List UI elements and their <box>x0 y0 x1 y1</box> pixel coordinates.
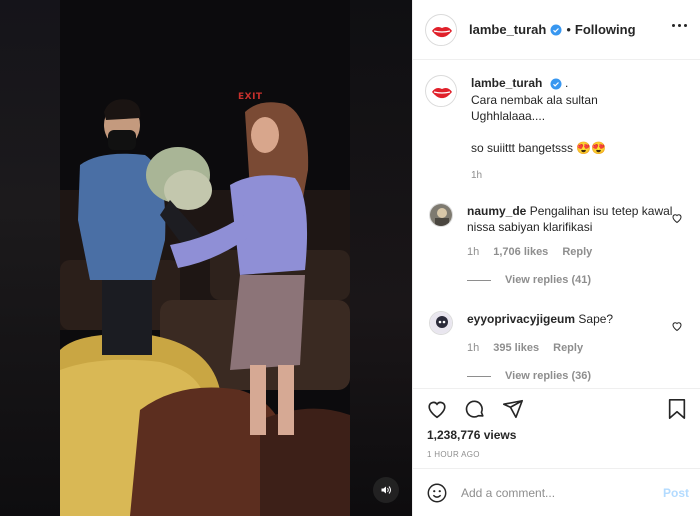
comment-item: eyyoprivacyjigeum Sape? 1h 395 likes Rep… <box>425 311 695 384</box>
verified-badge-icon <box>550 24 562 36</box>
caption-line: Cara nembak ala sultan <box>471 93 598 107</box>
caption-avatar[interactable] <box>425 75 457 107</box>
video-scene <box>60 0 350 516</box>
view-replies-button[interactable]: View replies (41) <box>467 272 677 288</box>
commenter-avatar[interactable] <box>429 203 453 227</box>
post-actions: 1,238,776 views 1 HOUR AGO <box>413 388 700 468</box>
caption-username[interactable]: lambe_turah <box>471 76 542 90</box>
caption-dot: . <box>565 76 569 90</box>
comment-icon[interactable] <box>463 397 487 421</box>
comment-text: Sape? <box>578 312 614 326</box>
caption-text: Cara nembak ala sultan Ughhlalaaa.... so… <box>471 92 606 156</box>
lips-logo-icon <box>427 15 456 45</box>
following-button[interactable]: Following <box>575 22 636 37</box>
comment-item: naumy_de Pengalihan isu tetep kawal niss… <box>425 203 695 288</box>
exit-sign: EXIT <box>238 92 263 102</box>
comment-like-heart-icon[interactable] <box>671 211 683 229</box>
caption-age: 1h <box>471 170 483 181</box>
volume-toggle-button[interactable] <box>373 477 399 503</box>
comment-username[interactable]: eyyoprivacyjigeum <box>467 312 575 326</box>
post-comment-button[interactable]: Post <box>663 486 689 500</box>
comment-composer: Post <box>413 468 700 516</box>
post-panel: lambe_turah • Following lambe_turah . Ca… <box>412 0 700 516</box>
header-username[interactable]: lambe_turah <box>469 22 546 37</box>
comment-likes[interactable]: 1,706 likes <box>493 244 548 260</box>
comment-age: 1h <box>467 246 480 258</box>
comment-like-heart-icon[interactable] <box>671 319 683 337</box>
lips-logo-icon <box>427 77 456 106</box>
share-icon[interactable] <box>501 397 525 421</box>
comment-input[interactable] <box>461 485 663 500</box>
account-avatar[interactable] <box>425 13 457 46</box>
volume-icon <box>381 486 391 494</box>
post-header: lambe_turah • Following <box>413 0 700 60</box>
bookmark-icon[interactable] <box>665 397 689 421</box>
reply-button[interactable]: Reply <box>562 244 592 260</box>
post-timestamp[interactable]: 1 HOUR AGO <box>427 450 480 459</box>
reply-button[interactable]: Reply <box>553 340 583 356</box>
comment-username[interactable]: naumy_de <box>467 204 526 218</box>
caption: lambe_turah . Cara nembak ala sultan Ugh… <box>425 75 695 184</box>
avatar-image <box>430 204 452 226</box>
caption-line: Ughhlalaaa.... <box>471 109 546 123</box>
view-replies-label: View replies (41) <box>505 274 592 286</box>
video-player[interactable]: EXIT <box>0 0 412 516</box>
heart-icon[interactable] <box>425 397 449 421</box>
view-replies-label: View replies (36) <box>505 370 592 382</box>
header-separator: • <box>566 22 571 37</box>
caption-line <box>471 124 606 140</box>
comments-scroll[interactable]: lambe_turah . Cara nembak ala sultan Ugh… <box>413 61 700 388</box>
comment-age: 1h <box>467 342 480 354</box>
more-icon[interactable] <box>672 24 687 27</box>
avatar-image <box>430 312 452 334</box>
emoji-icon[interactable] <box>425 481 449 505</box>
video-letterbox-left <box>0 0 60 516</box>
view-replies-button[interactable]: View replies (36) <box>467 368 677 384</box>
video-frame <box>60 0 350 516</box>
comment-likes[interactable]: 395 likes <box>493 340 539 356</box>
verified-badge-icon <box>550 78 562 90</box>
video-letterbox-right <box>350 0 412 516</box>
view-count[interactable]: 1,238,776 views <box>427 428 516 442</box>
commenter-avatar[interactable] <box>429 311 453 335</box>
caption-line: so suiittt bangetsss 😍😍 <box>471 141 607 155</box>
